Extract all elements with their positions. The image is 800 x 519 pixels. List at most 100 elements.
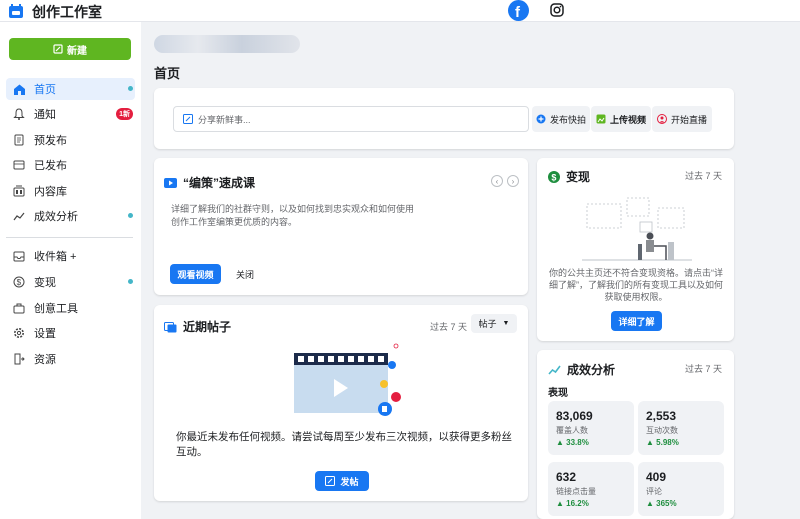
- gear-icon: [12, 326, 26, 340]
- post-type-dropdown[interactable]: 帖子 ▼: [471, 314, 517, 333]
- metric-label: 链接点击量: [556, 487, 596, 496]
- profile-name-blurred[interactable]: [154, 35, 300, 53]
- upload-video-button[interactable]: 上传视频: [591, 106, 651, 132]
- publish-story-label: 发布快拍: [549, 114, 586, 125]
- sidebar-item-label: 成效分析: [34, 211, 78, 223]
- course-card: “编策”速成课 ‹ › 详细了解我们的社群守则，以及如何找到忠实观众和如何使用创…: [154, 158, 528, 295]
- monetization-period: 过去 7 天: [685, 171, 723, 181]
- edit-icon: [325, 476, 336, 486]
- upload-video-label: 上传视频: [609, 114, 646, 125]
- dollar-icon: $: [12, 275, 26, 289]
- performance-heading: 表现: [548, 388, 568, 399]
- notification-dot: [128, 213, 133, 218]
- sidebar-item-monetize[interactable]: $ 变现: [6, 271, 135, 293]
- sidebar-item-content-library[interactable]: 内容库: [6, 180, 135, 202]
- metric-label: 覆盖人数: [556, 426, 588, 435]
- metric-value: 83,069: [556, 409, 593, 423]
- live-icon: [656, 114, 667, 124]
- sidebar-item-label: 资源: [34, 354, 56, 366]
- up-arrow-icon: ▲: [646, 438, 654, 447]
- document-icon: [12, 133, 26, 147]
- next-arrow-icon[interactable]: ›: [507, 175, 519, 187]
- course-description: 详细了解我们的社群守则，以及如何找到忠实观众和如何使用创作工作室编策更优质的内容…: [171, 204, 415, 227]
- up-arrow-icon: ▲: [646, 499, 654, 508]
- metric-change-value: 5.98%: [656, 438, 679, 447]
- sidebar-item-published[interactable]: 已发布: [6, 154, 135, 176]
- sidebar-item-scheduled[interactable]: 预发布: [6, 129, 135, 151]
- monetization-message: 你的公共主页还不符合变现资格。请点击“详细了解”，了解我们的所有变现工具以及如何…: [549, 268, 723, 302]
- notification-dot: [128, 279, 133, 284]
- go-live-label: 开始直播: [670, 114, 707, 125]
- creator-studio-logo-icon: [9, 4, 23, 18]
- metric-change: ▲ 33.8%: [556, 438, 634, 447]
- sidebar-item-label: 内容库: [34, 186, 67, 198]
- chart-line-icon: [548, 365, 561, 375]
- metric-change-value: 33.8%: [566, 438, 589, 447]
- up-arrow-icon: ▲: [556, 438, 564, 447]
- sidebar: 新建 首页 通知 1新 预发布 已发布 内容库 成效分析 收件箱 + $ 变现 …: [0, 22, 141, 519]
- sidebar-item-creative-tools[interactable]: 创意工具: [6, 297, 135, 319]
- no-posts-message: 你最近未发布任何视频。请尝试每周至少发布三次视频，以获得更多粉丝互动。: [176, 431, 512, 458]
- sidebar-item-resources[interactable]: 资源: [6, 348, 135, 370]
- edit-icon: [53, 44, 63, 54]
- watch-video-button[interactable]: 观看视频: [170, 264, 221, 284]
- sidebar-item-insights[interactable]: 成效分析: [6, 205, 135, 227]
- inbox-icon: [12, 249, 26, 263]
- sidebar-item-settings[interactable]: 设置: [6, 322, 135, 344]
- monetization-illustration: [582, 197, 692, 261]
- chart-line-icon: [12, 209, 26, 223]
- new-button[interactable]: 新建: [9, 38, 131, 60]
- metric-value: 632: [556, 470, 577, 484]
- composer-card: 分享新鲜事... 发布快拍 上传视频 开始直播: [154, 88, 734, 149]
- insights-period: 过去 7 天: [685, 364, 723, 374]
- bell-icon: [12, 107, 26, 121]
- create-post-button[interactable]: 发帖: [315, 471, 369, 491]
- sidebar-item-home[interactable]: 首页: [6, 78, 135, 100]
- sidebar-item-notifications[interactable]: 通知 1新: [6, 103, 135, 125]
- monetization-title-row: $ 变现: [548, 168, 590, 185]
- create-post-label: 发帖: [340, 476, 359, 487]
- insights-card: 成效分析 过去 7 天 表现 83,069 覆盖人数 ▲ 33.8% 2,553…: [537, 350, 734, 519]
- resources-icon: [12, 352, 26, 366]
- course-title: “编策”速成课: [183, 176, 256, 190]
- page-title: 首页: [154, 66, 181, 81]
- sidebar-item-label: 收件箱 +: [34, 251, 77, 263]
- up-arrow-icon: ▲: [556, 499, 564, 508]
- sidebar-item-inbox[interactable]: 收件箱 +: [6, 245, 135, 267]
- pencil-icon: [183, 114, 193, 124]
- sidebar-item-label: 首页: [34, 84, 56, 96]
- go-live-button[interactable]: 开始直播: [652, 106, 712, 132]
- recent-posts-title: 近期帖子: [183, 320, 232, 334]
- metric-label: 互动次数: [646, 426, 678, 435]
- top-bar: 创作工作室 f: [0, 0, 800, 22]
- metric-change: ▲ 365%: [646, 499, 724, 508]
- monetization-title: 变现: [566, 170, 591, 184]
- close-link[interactable]: 关闭: [236, 268, 254, 281]
- recent-posts-period: 过去 7 天: [430, 322, 468, 332]
- instagram-icon[interactable]: [549, 2, 565, 18]
- prev-arrow-icon[interactable]: ‹: [491, 175, 503, 187]
- share-input-placeholder: 分享新鲜事...: [198, 114, 251, 125]
- svg-text:f: f: [515, 4, 521, 21]
- metric-change-value: 365%: [656, 499, 677, 508]
- new-button-label: 新建: [67, 45, 87, 57]
- share-input[interactable]: 分享新鲜事...: [173, 106, 529, 132]
- published-icon: [12, 158, 26, 172]
- facebook-icon[interactable]: f: [508, 0, 529, 21]
- metric-reach[interactable]: 83,069 覆盖人数 ▲ 33.8%: [548, 401, 634, 455]
- recent-posts-card: 近期帖子 过去 7 天 帖子 ▼ 你最近未发布任何视频。请尝试每周至少发布三次视…: [154, 305, 528, 501]
- learn-more-button[interactable]: 详细了解: [611, 311, 662, 331]
- metric-comments[interactable]: 409 评论 ▲ 365%: [638, 462, 724, 516]
- sidebar-item-label: 变现: [34, 277, 56, 289]
- sidebar-divider: [6, 237, 133, 238]
- metric-engagement[interactable]: 2,553 互动次数 ▲ 5.98%: [638, 401, 724, 455]
- library-icon: [12, 184, 26, 198]
- metric-link-clicks[interactable]: 632 链接点击量 ▲ 16.2%: [548, 462, 634, 516]
- metric-change-value: 16.2%: [566, 499, 589, 508]
- app-title: 创作工作室: [32, 4, 102, 20]
- home-icon: [12, 82, 26, 96]
- notification-badge: 1新: [116, 108, 133, 120]
- sidebar-item-label: 设置: [34, 328, 56, 340]
- publish-story-button[interactable]: 发布快拍: [532, 106, 590, 132]
- video-illustration: [294, 343, 401, 416]
